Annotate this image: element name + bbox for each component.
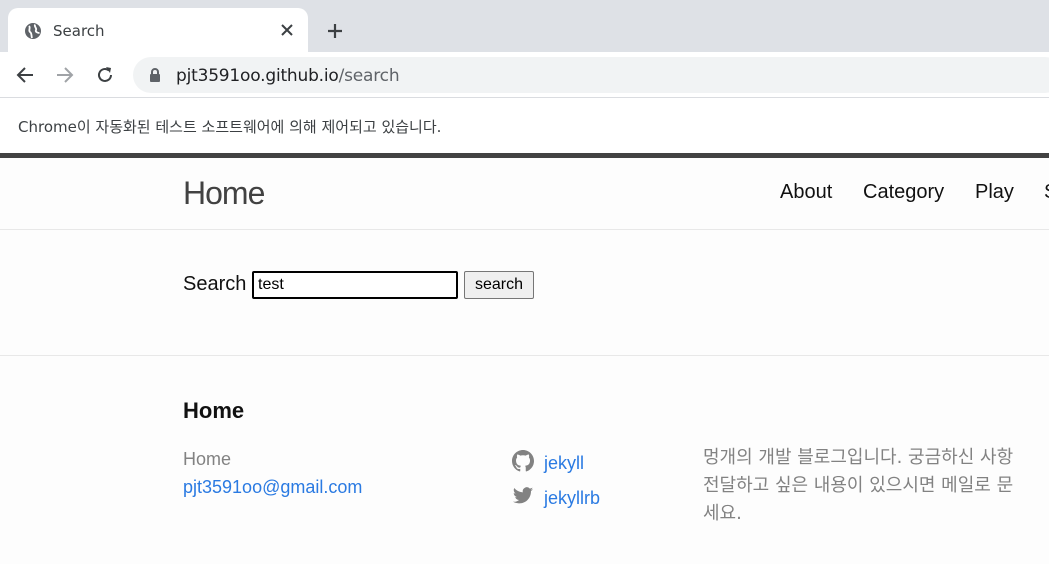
footer-description-line: 전달하고 싶은 내용이 있으시면 메일로 문 <box>703 475 1014 496</box>
search-button[interactable]: search <box>464 271 534 299</box>
footer-heading: Home <box>183 398 245 423</box>
footer-email-link[interactable]: pjt3591oo@gmail.com <box>183 477 362 498</box>
tab-strip: Search <box>0 0 1049 52</box>
tab-title: Search <box>53 22 105 40</box>
reload-icon[interactable] <box>92 62 118 88</box>
footer-description-line: 멍개의 개발 블로그입니다. 궁금하신 사항 <box>703 447 1014 468</box>
social-twitter: jekyllrb <box>512 485 600 512</box>
forward-arrow-icon[interactable] <box>52 62 78 88</box>
footer-name: Home <box>183 449 232 469</box>
site-header: Home About Category Play S <box>0 158 1049 230</box>
automation-infobar: Chrome이 자동화된 테스트 소프트웨어에 의해 제어되고 있습니다. <box>0 98 1049 153</box>
twitter-link[interactable]: jekyllrb <box>544 488 600 509</box>
nav-link-truncated[interactable]: S <box>1044 181 1049 204</box>
site-footer: Home Home pjt3591oo@gmail.com jekyll jek… <box>0 355 1049 564</box>
site-title-link[interactable]: Home <box>183 175 265 212</box>
nav-link-about[interactable]: About <box>780 181 832 204</box>
search-input[interactable] <box>252 271 458 299</box>
github-link[interactable]: jekyll <box>544 453 584 474</box>
address-bar[interactable]: pjt3591oo.github.io/search <box>133 57 1049 93</box>
globe-icon <box>24 22 42 40</box>
plus-icon[interactable] <box>322 18 348 44</box>
close-icon[interactable] <box>276 19 298 41</box>
nav-link-category[interactable]: Category <box>863 181 944 204</box>
footer-description-line: 세요. <box>703 503 742 524</box>
url-text: pjt3591oo.github.io/search <box>176 66 400 86</box>
infobar-message: Chrome이 자동화된 테스트 소프트웨어에 의해 제어되고 있습니다. <box>18 118 442 136</box>
footer-description: 멍개의 개발 블로그입니다. 궁금하신 사항 전달하고 싶은 내용이 있으시면 … <box>703 444 1049 528</box>
back-arrow-icon[interactable] <box>12 62 38 88</box>
search-label: Search <box>183 273 247 295</box>
web-page: Home About Category Play S Search search… <box>0 153 1049 564</box>
github-icon <box>512 450 534 477</box>
lock-icon[interactable] <box>149 68 161 87</box>
tab-search[interactable]: Search <box>8 8 308 52</box>
nav-link-play[interactable]: Play <box>975 181 1014 204</box>
social-github: jekyll <box>512 450 584 477</box>
browser-toolbar: pjt3591oo.github.io/search <box>0 52 1049 98</box>
twitter-icon <box>512 485 534 512</box>
